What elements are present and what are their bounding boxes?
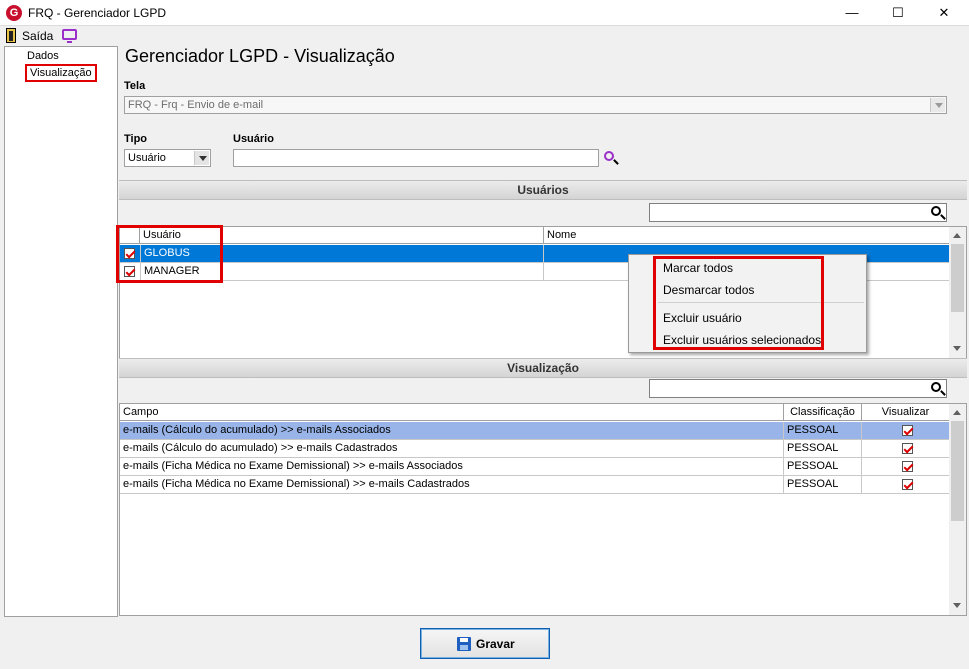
column-header-visualizar[interactable]: Visualizar: [862, 404, 949, 421]
visualizacao-scrollbar[interactable]: [949, 404, 966, 615]
visualizar-checkbox[interactable]: [902, 443, 913, 454]
column-header-nome[interactable]: Nome: [544, 227, 949, 244]
save-button-label: Gravar: [476, 637, 515, 651]
app-logo-icon: G: [6, 5, 22, 21]
cell-campo: e-mails (Ficha Médica no Exame Demission…: [120, 458, 784, 475]
cell-classificacao: PESSOAL: [784, 476, 862, 493]
visualizar-checkbox[interactable]: [902, 425, 913, 436]
page-title: Gerenciador LGPD - Visualização: [125, 46, 395, 66]
menu-item-saida[interactable]: Saída: [22, 29, 53, 43]
usuarios-scrollbar[interactable]: [949, 227, 966, 358]
table-row[interactable]: e-mails (Ficha Médica no Exame Demission…: [120, 458, 949, 476]
visualizacao-search-input[interactable]: [649, 379, 947, 398]
visualizacao-grid-header: Campo Classificação Visualizar: [120, 404, 949, 421]
tela-label: Tela: [124, 80, 146, 92]
column-header-campo[interactable]: Campo: [120, 404, 784, 421]
table-row[interactable]: e-mails (Cálculo do acumulado) >> e-mail…: [120, 440, 949, 458]
context-menu-annotation-box: [653, 256, 824, 350]
chevron-down-icon[interactable]: [930, 98, 945, 112]
scroll-up-icon[interactable]: [953, 231, 961, 239]
floppy-disk-icon: [457, 637, 471, 651]
navigation-tree: Dados Visualização: [4, 46, 118, 617]
column-header-classificacao[interactable]: Classificação: [784, 404, 862, 421]
scroll-down-icon[interactable]: [953, 602, 961, 610]
cell-classificacao: PESSOAL: [784, 440, 862, 457]
door-exit-icon[interactable]: [6, 28, 16, 43]
minimize-button[interactable]: —: [829, 0, 875, 26]
visualizar-checkbox[interactable]: [902, 479, 913, 490]
table-row[interactable]: e-mails (Ficha Médica no Exame Demission…: [120, 476, 949, 494]
usuarios-grid-header: Usuário Nome: [120, 227, 949, 244]
cell-campo: e-mails (Cálculo do acumulado) >> e-mail…: [120, 440, 784, 457]
scrollbar-thumb[interactable]: [951, 421, 964, 521]
cell-campo: e-mails (Cálculo do acumulado) >> e-mail…: [120, 422, 784, 439]
save-button[interactable]: Gravar: [420, 628, 550, 659]
cell-classificacao: PESSOAL: [784, 422, 862, 439]
usuarios-search-input[interactable]: [649, 203, 947, 222]
usuarios-annotation-box: [116, 225, 223, 283]
scroll-down-icon[interactable]: [953, 345, 961, 353]
tipo-value: Usuário: [128, 152, 166, 164]
search-icon[interactable]: [931, 382, 941, 392]
visualizacao-grid: Campo Classificação Visualizar e-mails (…: [119, 403, 967, 616]
usuarios-section-header: Usuários: [119, 180, 967, 200]
usuario-input[interactable]: [233, 149, 599, 167]
chevron-down-icon[interactable]: [194, 151, 209, 165]
nav-item-visualizacao[interactable]: Visualização: [25, 64, 97, 82]
cell-classificacao: PESSOAL: [784, 458, 862, 475]
tela-value: FRQ - Frq - Envio de e-mail: [128, 99, 264, 111]
tipo-label: Tipo: [124, 133, 148, 145]
table-row[interactable]: e-mails (Cálculo do acumulado) >> e-mail…: [120, 422, 949, 440]
visualizacao-section-header: Visualização: [119, 358, 967, 378]
menu-bar: [0, 26, 969, 46]
tela-select[interactable]: FRQ - Frq - Envio de e-mail: [124, 96, 947, 114]
scrollbar-thumb[interactable]: [951, 244, 964, 312]
window-title: FRQ - Gerenciador LGPD: [28, 6, 167, 20]
visualizar-checkbox[interactable]: [902, 461, 913, 472]
tipo-select[interactable]: Usuário: [124, 149, 211, 167]
cell-campo: e-mails (Ficha Médica no Exame Demission…: [120, 476, 784, 493]
nav-item-dados[interactable]: Dados: [27, 50, 59, 62]
close-button[interactable]: ✕: [921, 0, 967, 26]
maximize-button[interactable]: ☐: [875, 0, 921, 26]
search-icon[interactable]: [931, 206, 941, 216]
monitor-icon[interactable]: [62, 29, 77, 43]
usuario-label: Usuário: [233, 133, 274, 145]
scroll-up-icon[interactable]: [953, 408, 961, 416]
search-icon[interactable]: [604, 151, 614, 161]
